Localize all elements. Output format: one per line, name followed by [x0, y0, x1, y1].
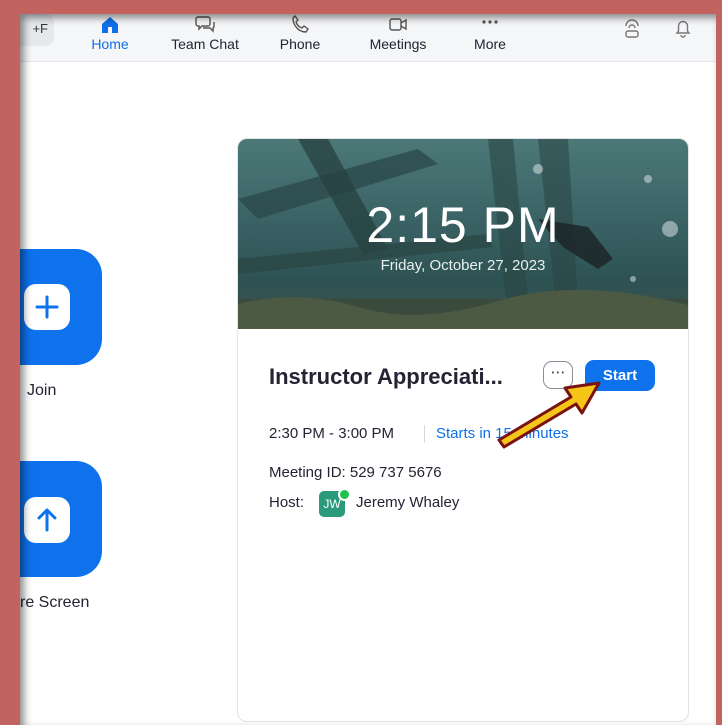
host-name: Jeremy Whaley: [356, 494, 460, 511]
nav-tab-more[interactable]: More: [466, 14, 514, 60]
meeting-title: Instructor Appreciati...: [269, 364, 503, 389]
nav-tab-phone[interactable]: Phone: [270, 14, 330, 60]
host-label: Host:: [269, 494, 305, 511]
share-screen-label: re Screen: [20, 594, 90, 611]
plus-icon: [35, 295, 59, 319]
current-date: Friday, October 27, 2023: [380, 257, 546, 274]
share-tile-inner: [24, 497, 70, 543]
more-options-icon: ⋯: [550, 364, 566, 381]
upload-arrow-icon: [37, 508, 57, 532]
card-banner-image: 2:15 PM Friday, October 27, 2023: [238, 139, 688, 329]
video-camera-icon: [389, 18, 407, 31]
meeting-more-options-button[interactable]: ⋯: [543, 361, 573, 389]
share-screen-button[interactable]: [20, 461, 102, 577]
meeting-time-range: 2:30 PM - 3:00 PM: [269, 425, 395, 442]
start-meeting-button[interactable]: Start: [585, 360, 655, 391]
nav-tab-team-chat[interactable]: Team Chat: [162, 14, 248, 60]
home-icon: [102, 17, 118, 33]
upcoming-meeting-card: 2:15 PM Friday, October 27, 2023 Instruc…: [237, 138, 689, 722]
search-shortcut-button[interactable]: +F: [20, 14, 54, 46]
nav-tab-label: Team Chat: [171, 36, 239, 52]
current-time: 2:15 PM: [366, 197, 560, 253]
meeting-starts-in: Starts in 15 minutes: [436, 425, 569, 442]
join-tile-inner: [24, 284, 70, 330]
bell-icon[interactable]: [672, 16, 694, 40]
join-button[interactable]: [20, 249, 102, 365]
whiteboard-icon[interactable]: [621, 16, 643, 40]
nav-tab-meetings[interactable]: Meetings: [358, 14, 438, 60]
online-status-dot: [338, 488, 351, 501]
nav-tab-home[interactable]: Home: [82, 14, 138, 60]
meeting-id: Meeting ID: 529 737 5676: [269, 464, 442, 481]
nav-tab-label: Phone: [279, 36, 321, 52]
phone-icon: [292, 14, 309, 33]
time-divider: [424, 425, 425, 443]
join-label: Join: [27, 382, 57, 399]
chat-icon: [195, 16, 215, 33]
zoom-app-window: +F Home Team Chat Phone Meetings More Jo…: [20, 14, 716, 725]
search-shortcut-text: +F: [32, 21, 48, 36]
more-dots-icon: [482, 20, 498, 24]
nav-tab-label: More: [474, 36, 506, 52]
nav-tab-label: Meetings: [369, 36, 427, 52]
top-navigation-bar: +F Home Team Chat Phone Meetings More: [20, 14, 716, 62]
nav-tab-label: Home: [91, 36, 129, 52]
